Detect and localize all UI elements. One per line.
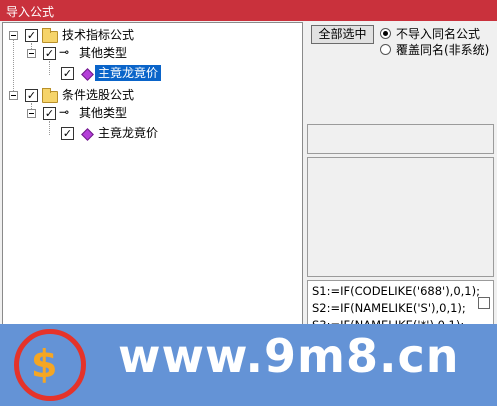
select-all-button[interactable]: 全部选中 bbox=[311, 25, 374, 44]
code-line: S2:=IF(NAMELIKE('S'),0,1); bbox=[312, 301, 466, 315]
import-formula-window: 导入公式 ✓ 技术指标公式 ✓ ⊸ 其他类型 ✓ 主竟龙竟价 ✓ 条件选股公式 … bbox=[0, 0, 497, 406]
watermark-url: www.9m8.cn bbox=[118, 329, 460, 383]
folder-icon bbox=[42, 28, 58, 43]
tree-category-node[interactable]: ✓ ⊸ 其他类型 bbox=[25, 45, 165, 63]
key-icon: ⊸ bbox=[59, 105, 70, 119]
tree-category-node[interactable]: ✓ ⊸ 其他类型 bbox=[25, 105, 165, 123]
formula-icon bbox=[81, 128, 94, 141]
folder-icon bbox=[42, 88, 58, 103]
formula-tree[interactable]: ✓ 技术指标公式 ✓ ⊸ 其他类型 ✓ 主竟龙竟价 ✓ 条件选股公式 ✓ ⊸ 其… bbox=[2, 22, 303, 328]
formula-checkbox[interactable]: ✓ bbox=[61, 127, 74, 140]
code-line: S1:=IF(CODELIKE('688'),0,1); bbox=[312, 284, 480, 298]
radio-overwrite-duplicate[interactable] bbox=[380, 44, 391, 55]
tree-formula-node[interactable]: ✓ 主竟龙竟价 bbox=[43, 65, 183, 83]
formula-code-view[interactable]: S1:=IF(CODELIKE('688'),0,1); S2:=IF(NAME… bbox=[307, 280, 494, 330]
category-checkbox[interactable]: ✓ bbox=[43, 47, 56, 60]
code-checkbox[interactable] bbox=[478, 297, 490, 309]
collapse-icon[interactable] bbox=[27, 49, 36, 58]
tree-group-label: 技术指标公式 bbox=[62, 28, 135, 42]
key-icon: ⊸ bbox=[59, 45, 70, 59]
tree-formula-node[interactable]: ✓ 主竟龙竟价 bbox=[43, 125, 183, 143]
tree-group-label: 条件选股公式 bbox=[62, 88, 135, 102]
group-checkbox[interactable]: ✓ bbox=[25, 29, 38, 42]
category-checkbox[interactable]: ✓ bbox=[43, 107, 56, 120]
info-panel bbox=[307, 124, 494, 154]
window-title: 导入公式 bbox=[6, 5, 55, 19]
radio-label: 覆盖同名(非系统) bbox=[396, 43, 490, 57]
collapse-icon[interactable] bbox=[9, 91, 18, 100]
description-panel bbox=[307, 157, 494, 277]
group-checkbox[interactable]: ✓ bbox=[25, 89, 38, 102]
watermark-logo: $ bbox=[14, 329, 86, 401]
tree-group-node[interactable]: ✓ 条件选股公式 bbox=[7, 87, 167, 105]
tree-category-label: 其他类型 bbox=[79, 106, 128, 120]
collapse-icon[interactable] bbox=[9, 31, 18, 40]
title-bar: 导入公式 bbox=[0, 0, 497, 21]
logo-mark-icon: $ bbox=[31, 342, 58, 386]
tree-formula-label: 主竟龙竟价 bbox=[98, 126, 159, 140]
radio-label: 不导入同名公式 bbox=[396, 27, 481, 41]
collapse-icon[interactable] bbox=[27, 109, 36, 118]
radio-no-import-duplicate[interactable] bbox=[380, 28, 391, 39]
formula-checkbox[interactable]: ✓ bbox=[61, 67, 74, 80]
formula-icon bbox=[81, 68, 94, 81]
tree-category-label: 其他类型 bbox=[79, 46, 128, 60]
tree-formula-label-selected: 主竟龙竟价 bbox=[95, 65, 162, 81]
tree-group-node[interactable]: ✓ 技术指标公式 bbox=[7, 27, 167, 45]
